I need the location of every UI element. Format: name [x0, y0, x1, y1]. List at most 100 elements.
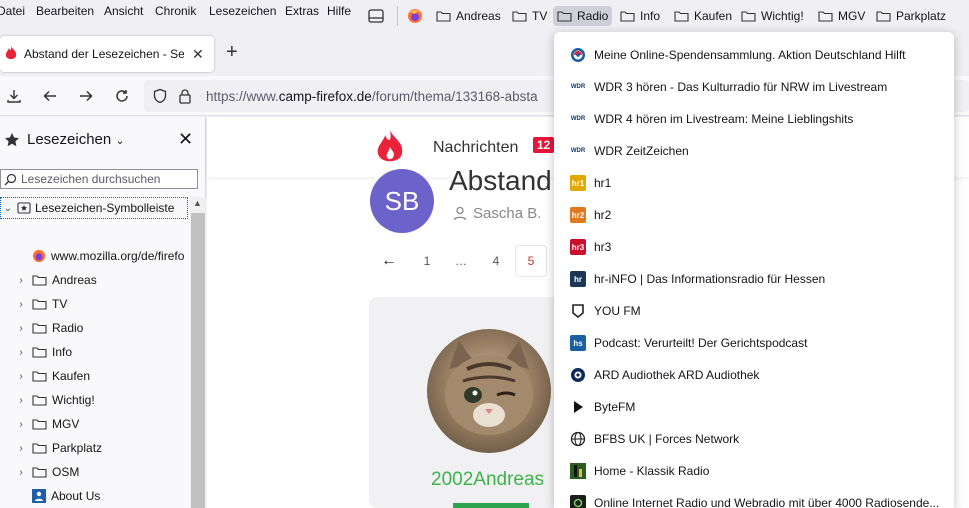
hr-info-icon: hr [570, 271, 586, 287]
post-author-avatar[interactable] [427, 329, 551, 453]
downloads-icon[interactable] [4, 86, 24, 106]
menu-ansicht[interactable]: Ansicht [104, 4, 143, 18]
new-tab-button[interactable]: + [226, 42, 238, 62]
tree-item-mozilla[interactable]: www.mozilla.org/de/firefo [0, 245, 190, 267]
popup-bookmark-label: WDR 3 hören - Das Kulturradio für NRW im… [594, 80, 888, 94]
menu-chronik[interactable]: Chronik [155, 4, 196, 18]
author-avatar[interactable]: SB [370, 169, 434, 233]
popup-bookmark-item[interactable]: hr1 hr1 [554, 167, 954, 199]
sidebar-toggle-icon[interactable] [366, 6, 386, 26]
twisty-closed-icon[interactable]: › [14, 275, 28, 286]
sidebar-header: Lesezeichen ⌄ ✕ [0, 129, 206, 151]
sidebar-close-icon[interactable]: ✕ [178, 129, 193, 150]
twisty-open-icon[interactable]: ⌄ [1, 203, 15, 214]
pagination-page-1[interactable]: 1 [417, 245, 437, 277]
tracking-protection-shield-icon[interactable] [152, 88, 168, 107]
tree-item-toolbar-root[interactable]: ⌄ Lesezeichen-Symbolleiste [0, 197, 188, 219]
forward-icon[interactable] [76, 86, 96, 106]
folder-icon [876, 10, 891, 22]
pagination-prev-button[interactable]: ← [379, 245, 399, 277]
bookmark-folder-tv[interactable]: TV [512, 6, 547, 26]
tree-item-mgv[interactable]: › MGV [0, 413, 190, 435]
back-icon[interactable] [40, 86, 60, 106]
tree-item-label: Andreas [52, 273, 97, 287]
menu-extras[interactable]: Extras [285, 4, 319, 18]
tab-close-icon[interactable]: ✕ [192, 46, 204, 63]
reload-icon[interactable] [112, 86, 132, 106]
popup-bookmark-item[interactable]: Meine Online-Spendensammlung. Aktion Deu… [554, 39, 954, 71]
twisty-closed-icon[interactable]: › [14, 395, 28, 406]
toolbar-separator [397, 6, 398, 26]
twisty-closed-icon[interactable]: › [14, 419, 28, 430]
bookmark-folder-kaufen[interactable]: Kaufen [674, 6, 732, 26]
bookmark-folder-andreas[interactable]: Andreas [436, 6, 501, 26]
popup-bookmark-item[interactable]: WDR WDR 4 hören im Livestream: Meine Lieb… [554, 103, 954, 135]
popup-bookmark-label: Online Internet Radio und Webradio mit ü… [594, 496, 940, 508]
popup-bookmark-item[interactable]: ByteFM [554, 391, 954, 423]
popup-bookmark-item[interactable]: hr3 hr3 [554, 231, 954, 263]
bookmark-folder-label: Andreas [456, 9, 501, 23]
tree-item-osm[interactable]: › OSM [0, 461, 190, 483]
folder-icon [741, 10, 756, 22]
tree-item-about-us[interactable]: About Us [0, 485, 190, 507]
popup-bookmark-item[interactable]: YOU FM [554, 295, 954, 327]
menu-lesezeichen[interactable]: Lesezeichen [209, 4, 276, 18]
menu-datei[interactable]: Datei [0, 4, 25, 18]
twisty-closed-icon[interactable]: › [14, 467, 28, 478]
tree-item-kaufen[interactable]: › Kaufen [0, 365, 190, 387]
menu-bearbeiten[interactable]: Bearbeiten [36, 4, 94, 18]
tree-item-tv[interactable]: › TV [0, 293, 190, 315]
scroll-up-arrow-icon[interactable]: ▲ [193, 198, 202, 208]
tree-item-label: Parkplatz [52, 441, 103, 455]
camp-firefox-logo-icon[interactable] [373, 128, 407, 169]
popup-bookmark-item[interactable]: hs Podcast: Verurteilt! Der Gerichtspodca… [554, 327, 954, 359]
toolbar-folder-icon [17, 202, 31, 214]
twisty-closed-icon[interactable]: › [14, 299, 28, 310]
sidebar-search-box[interactable] [0, 169, 198, 189]
popup-bookmark-label: hr3 [594, 240, 612, 254]
popup-bookmark-item[interactable]: WDR WDR ZeitZeichen [554, 135, 954, 167]
tree-item-wichtig[interactable]: › Wichtig! [0, 389, 190, 411]
thread-author[interactable]: Sascha B. [453, 205, 541, 222]
tab-title: Abstand der Lesezeichen - Seite [24, 47, 184, 61]
bookmark-folder-radio[interactable]: Radio [553, 6, 613, 26]
sidebar-search-input[interactable] [21, 172, 191, 186]
sidebar-title-dropdown[interactable]: Lesezeichen ⌄ [27, 131, 125, 148]
nav-nachrichten[interactable]: Nachrichten [433, 139, 518, 157]
tab-active[interactable]: Abstand der Lesezeichen - Seite ✕ [0, 36, 214, 72]
tree-item-radio[interactable]: › Radio [0, 317, 190, 339]
tree-item-andreas[interactable]: › Andreas [0, 269, 190, 291]
popup-bookmark-label: ByteFM [594, 400, 636, 414]
twisty-closed-icon[interactable]: › [14, 371, 28, 382]
bookmark-folder-label: Parkplatz [896, 9, 947, 23]
bookmark-folder-info[interactable]: Info [620, 6, 660, 26]
bookmark-folder-wichtig[interactable]: Wichtig! [741, 6, 804, 26]
youfm-icon [570, 303, 586, 319]
twisty-closed-icon[interactable]: › [14, 347, 28, 358]
twisty-closed-icon[interactable]: › [14, 323, 28, 334]
menu-hilfe[interactable]: Hilfe [327, 4, 351, 18]
sidebar-scrollbar[interactable]: ▲ [190, 197, 206, 508]
firefox-icon[interactable] [405, 6, 425, 26]
tree-item-info[interactable]: › Info [0, 341, 190, 363]
pagination-ellipsis: … [455, 254, 467, 268]
popup-bookmark-item[interactable]: Online Internet Radio und Webradio mit ü… [554, 487, 954, 508]
popup-bookmark-item[interactable]: hr2 hr2 [554, 199, 954, 231]
popup-bookmark-item[interactable]: ARD Audiothek ARD Audiothek [554, 359, 954, 391]
scrollbar-thumb[interactable] [191, 213, 205, 508]
pagination-page-4[interactable]: 4 [486, 245, 506, 277]
popup-bookmark-item[interactable]: BFBS UK | Forces Network [554, 423, 954, 455]
ard-icon [570, 367, 586, 383]
lock-icon[interactable] [178, 88, 192, 107]
popup-bookmark-item[interactable]: WDR WDR 3 hören - Das Kulturradio für NRW… [554, 71, 954, 103]
post-author-name[interactable]: 2002Andreas [431, 469, 544, 491]
tree-item-label: Wichtig! [52, 393, 95, 407]
twisty-closed-icon[interactable]: › [14, 443, 28, 454]
bookmark-folder-mgv[interactable]: MGV [818, 6, 865, 26]
tree-item-parkplatz[interactable]: › Parkplatz [0, 437, 190, 459]
popup-bookmark-item[interactable]: Home - Klassik Radio [554, 455, 954, 487]
popup-bookmark-item[interactable]: hr hr-iNFO | Das Informationsradio für He… [554, 263, 954, 295]
pagination-page-5[interactable]: 5 [515, 245, 547, 277]
nachrichten-count-badge: 12 [533, 137, 555, 153]
bookmark-folder-parkplatz[interactable]: Parkplatz [876, 6, 946, 26]
